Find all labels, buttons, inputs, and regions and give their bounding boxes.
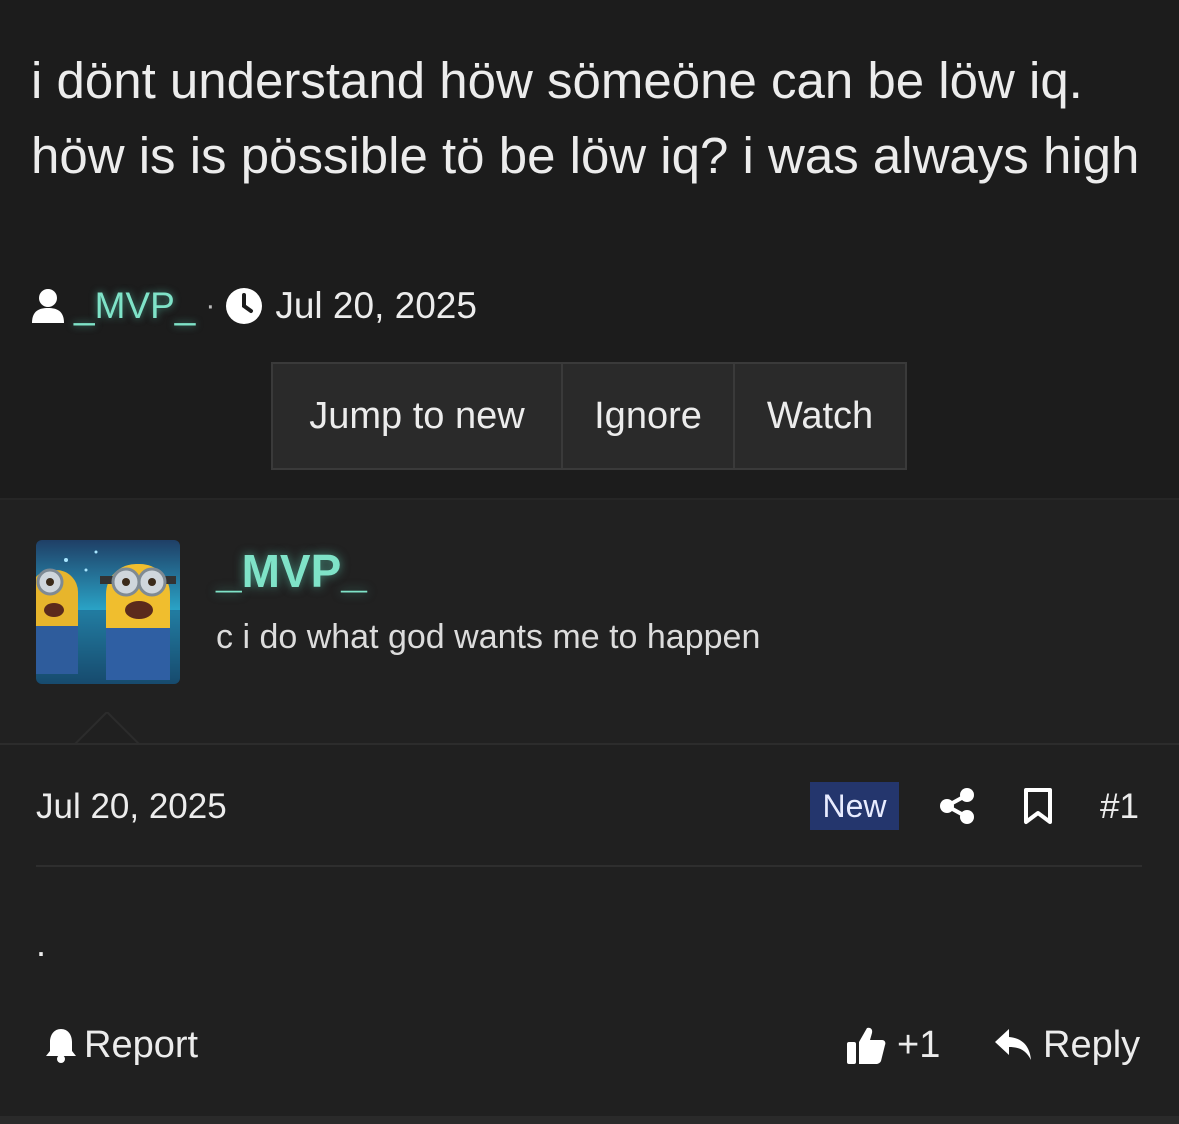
reply-icon — [993, 1027, 1033, 1063]
thread-meta: _MVP_ · Jul 20, 2025 — [30, 284, 477, 328]
thread-date[interactable]: Jul 20, 2025 — [275, 285, 477, 327]
clock-icon — [225, 287, 263, 325]
post-body: Jul 20, 2025 New #1 . Report +1 Reply — [0, 743, 1179, 1118]
new-badge: New — [810, 782, 899, 830]
report-label: Report — [84, 1023, 199, 1066]
bookmark-icon[interactable] — [1022, 787, 1054, 830]
thread-author-link[interactable]: _MVP_ — [74, 285, 195, 327]
share-icon[interactable] — [939, 787, 975, 830]
thumbs-up-icon — [845, 1024, 887, 1066]
bottom-divider — [0, 1116, 1179, 1124]
bell-icon — [44, 1026, 78, 1064]
watch-button[interactable]: Watch — [733, 364, 905, 468]
reply-button[interactable]: Reply — [993, 1021, 1140, 1069]
user-title: c i do what god wants me to happen — [216, 618, 761, 656]
meta-separator: · — [205, 289, 216, 322]
post-date[interactable]: Jul 20, 2025 — [36, 787, 227, 827]
reaction-button[interactable]: +1 — [845, 1021, 940, 1069]
avatar[interactable] — [36, 540, 180, 684]
report-button[interactable]: Report — [44, 1021, 198, 1069]
post-user-block: _MVP_ c i do what god wants me to happen — [0, 498, 1179, 745]
jump-to-new-button[interactable]: Jump to new — [273, 364, 561, 468]
thread-header: i dönt understand höw sömeöne can be löw… — [0, 0, 1179, 498]
thread-action-group: Jump to new Ignore Watch — [271, 362, 907, 470]
reply-label: Reply — [1043, 1023, 1141, 1066]
post-username-link[interactable]: _MVP_ — [216, 544, 367, 598]
reaction-count: +1 — [897, 1023, 941, 1066]
post-pointer-arrow — [74, 712, 140, 745]
post-content: . — [36, 923, 47, 964]
ignore-button[interactable]: Ignore — [561, 364, 733, 468]
user-icon — [30, 287, 66, 325]
divider — [36, 865, 1142, 867]
thread-title: i dönt understand höw sömeöne can be löw… — [31, 52, 1140, 184]
post-number-link[interactable]: #1 — [1100, 787, 1139, 827]
